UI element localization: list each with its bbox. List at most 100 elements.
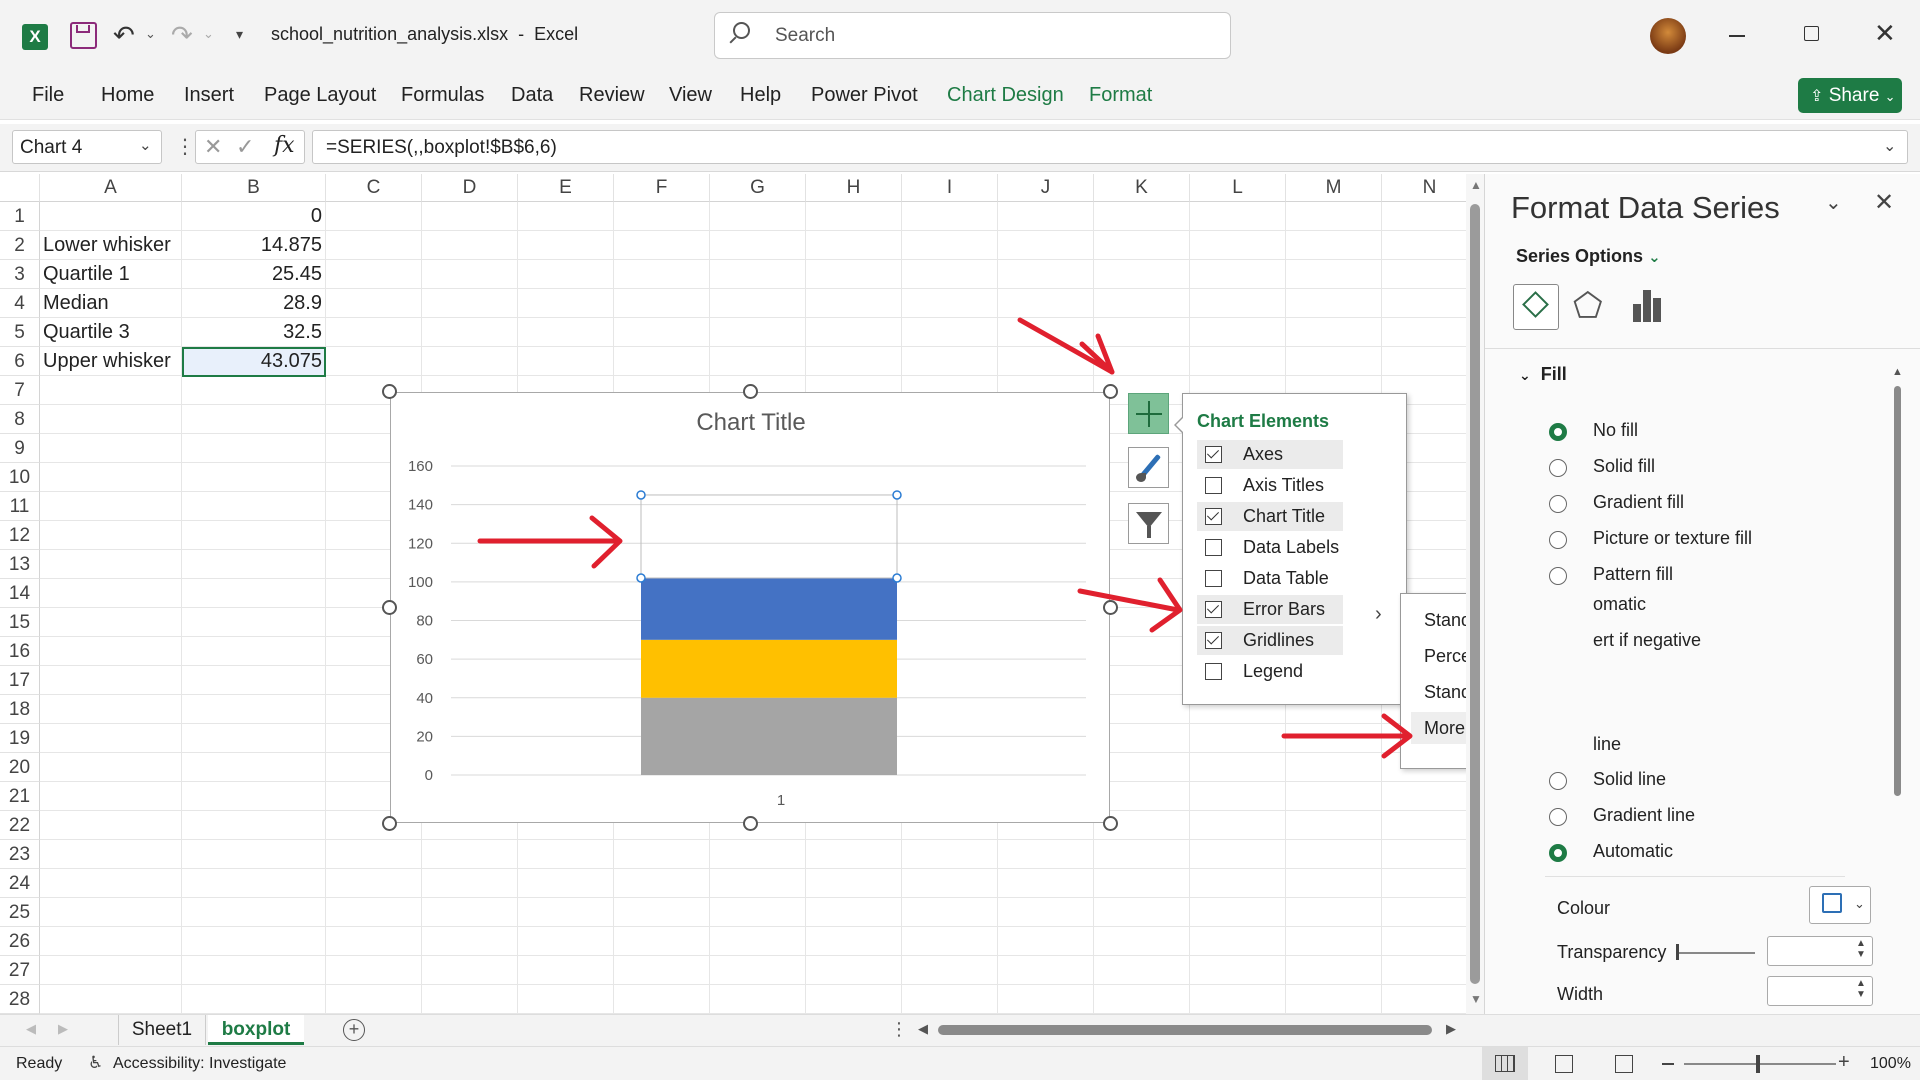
hscroll-right-icon[interactable]: ▶	[1446, 1021, 1456, 1037]
checkbox-icon[interactable]	[1205, 632, 1222, 649]
row-header-3[interactable]: 3	[0, 260, 40, 289]
column-header-c[interactable]: C	[326, 174, 422, 202]
cell-b4[interactable]: 28.9	[184, 289, 322, 318]
add-sheet-icon[interactable]: +	[343, 1019, 365, 1041]
row-header-1[interactable]: 1	[0, 202, 40, 231]
resize-handle-r[interactable]	[1103, 600, 1118, 615]
enter-icon[interactable]: ✓	[236, 134, 254, 160]
resize-handle-l[interactable]	[382, 600, 397, 615]
column-header-n[interactable]: N	[1382, 174, 1466, 202]
cell-b2[interactable]: 14.875	[184, 231, 322, 260]
row-header-4[interactable]: 4	[0, 289, 40, 318]
undo-icon[interactable]: ↶	[113, 20, 135, 51]
chart-element-chart-title[interactable]: Chart Title	[1197, 502, 1343, 531]
checkbox-icon[interactable]	[1205, 446, 1222, 463]
column-header-m[interactable]: M	[1286, 174, 1382, 202]
resize-handle-br[interactable]	[1103, 816, 1118, 831]
fill-section-header[interactable]: ⌄ Fill	[1519, 364, 1567, 385]
tab-home[interactable]: Home	[101, 84, 154, 107]
transparency-input[interactable]: ▲ ▼	[1767, 936, 1873, 966]
cell-b6[interactable]: 43.075	[184, 347, 322, 376]
normal-view-button[interactable]	[1482, 1047, 1528, 1080]
row-header-26[interactable]: 26	[0, 927, 40, 956]
cell-b3[interactable]: 25.45	[184, 260, 322, 289]
width-spinner-icon[interactable]: ▲ ▼	[1856, 978, 1866, 1000]
scroll-up-icon[interactable]: ▲	[1470, 178, 1482, 192]
tab-chart-design[interactable]: Chart Design	[947, 84, 1064, 107]
accessibility-icon[interactable]: ♿	[88, 1053, 103, 1073]
tab-format[interactable]: Format	[1089, 84, 1152, 107]
chart-plot[interactable]: 0 20 40 60 80 100 120 140 160 1	[391, 393, 1111, 824]
row-header-9[interactable]: 9	[0, 434, 40, 463]
cell-a1[interactable]	[43, 202, 182, 231]
close-window-icon[interactable]: ✕	[1874, 18, 1896, 49]
column-header-d[interactable]: D	[422, 174, 518, 202]
series-bar-0[interactable]	[641, 697, 897, 775]
zoom-in-icon[interactable]: +	[1838, 1051, 1850, 1074]
next-sheet-icon[interactable]: ▶	[58, 1021, 68, 1037]
pane-scroll-up-icon[interactable]: ▲	[1892, 366, 1903, 378]
row-header-23[interactable]: 23	[0, 840, 40, 869]
resize-handle-tr[interactable]	[1103, 384, 1118, 399]
radio-gradient-fill[interactable]	[1549, 495, 1567, 513]
row-header-14[interactable]: 14	[0, 579, 40, 608]
tab-power-pivot[interactable]: Power Pivot	[811, 84, 918, 107]
row-header-17[interactable]: 17	[0, 666, 40, 695]
row-header-5[interactable]: 5	[0, 318, 40, 347]
column-header-b[interactable]: B	[182, 174, 326, 202]
column-header-g[interactable]: G	[710, 174, 806, 202]
row-header-13[interactable]: 13	[0, 550, 40, 579]
column-header-a[interactable]: A	[40, 174, 182, 202]
option-label-no-fill[interactable]: No fill	[1569, 420, 1638, 441]
option-label-gradient-line[interactable]: Gradient line	[1569, 805, 1695, 826]
row-header-6[interactable]: 6	[0, 347, 40, 376]
radio-pattern-fill[interactable]	[1549, 567, 1567, 585]
select-all-corner[interactable]	[0, 174, 40, 202]
cell-a6[interactable]: Upper whisker	[43, 347, 182, 376]
chart-element-data-table[interactable]: Data Table	[1197, 564, 1343, 593]
insert-function-button[interactable]: fx	[274, 133, 295, 158]
name-box[interactable]: Chart 4 ⌄	[12, 130, 162, 164]
scrollbar-thumb[interactable]	[1470, 204, 1480, 984]
row-header-12[interactable]: 12	[0, 521, 40, 550]
radio-picture-or-texture-fill[interactable]	[1549, 531, 1567, 549]
zoom-slider[interactable]	[1684, 1063, 1836, 1065]
save-icon[interactable]	[70, 22, 97, 49]
row-header-22[interactable]: 22	[0, 811, 40, 840]
fill-line-tab[interactable]	[1513, 284, 1559, 330]
column-header-h[interactable]: H	[806, 174, 902, 202]
option-label-solid-fill[interactable]: Solid fill	[1569, 456, 1655, 477]
name-box-chevron-icon[interactable]: ⌄	[139, 136, 152, 154]
series-bar-1[interactable]	[641, 639, 897, 698]
column-header-j[interactable]: J	[998, 174, 1094, 202]
accessibility-status[interactable]: Accessibility: Investigate	[113, 1055, 286, 1073]
resize-handle-tl[interactable]	[382, 384, 397, 399]
cell-a5[interactable]: Quartile 3	[43, 318, 182, 347]
zoom-slider-thumb[interactable]	[1756, 1055, 1760, 1073]
chart-element-axes[interactable]: Axes	[1197, 440, 1343, 469]
cell-a4[interactable]: Median	[43, 289, 182, 318]
more-options-icon[interactable]: ⋮	[175, 134, 195, 159]
minimize-icon[interactable]	[1729, 35, 1745, 37]
checkbox-icon[interactable]	[1205, 508, 1222, 525]
transparency-slider-thumb[interactable]	[1676, 944, 1679, 960]
cell-b1[interactable]: 0	[184, 202, 322, 231]
option-label-gradient-fill[interactable]: Gradient fill	[1569, 492, 1684, 513]
avatar[interactable]	[1650, 18, 1686, 54]
row-header-18[interactable]: 18	[0, 695, 40, 724]
tab-insert[interactable]: Insert	[184, 84, 234, 107]
tab-split-icon[interactable]: ⋮	[890, 1019, 908, 1040]
tab-file[interactable]: File	[32, 84, 64, 107]
row-header-2[interactable]: 2	[0, 231, 40, 260]
page-break-view-icon[interactable]	[1615, 1055, 1633, 1073]
share-button[interactable]: ⇪ Share ⌄	[1798, 78, 1902, 113]
effects-tab-icon[interactable]: ⬠	[1573, 286, 1603, 326]
resize-handle-b[interactable]	[743, 816, 758, 831]
tab-view[interactable]: View	[669, 84, 712, 107]
hscroll-left-icon[interactable]: ◀	[918, 1021, 928, 1037]
page-layout-view-icon[interactable]	[1555, 1055, 1573, 1073]
error-bars-submenu-arrow-icon[interactable]: ›	[1375, 603, 1382, 626]
prev-sheet-icon[interactable]: ◀	[26, 1021, 36, 1037]
column-header-f[interactable]: F	[614, 174, 710, 202]
chart-styles-button[interactable]	[1128, 447, 1169, 488]
